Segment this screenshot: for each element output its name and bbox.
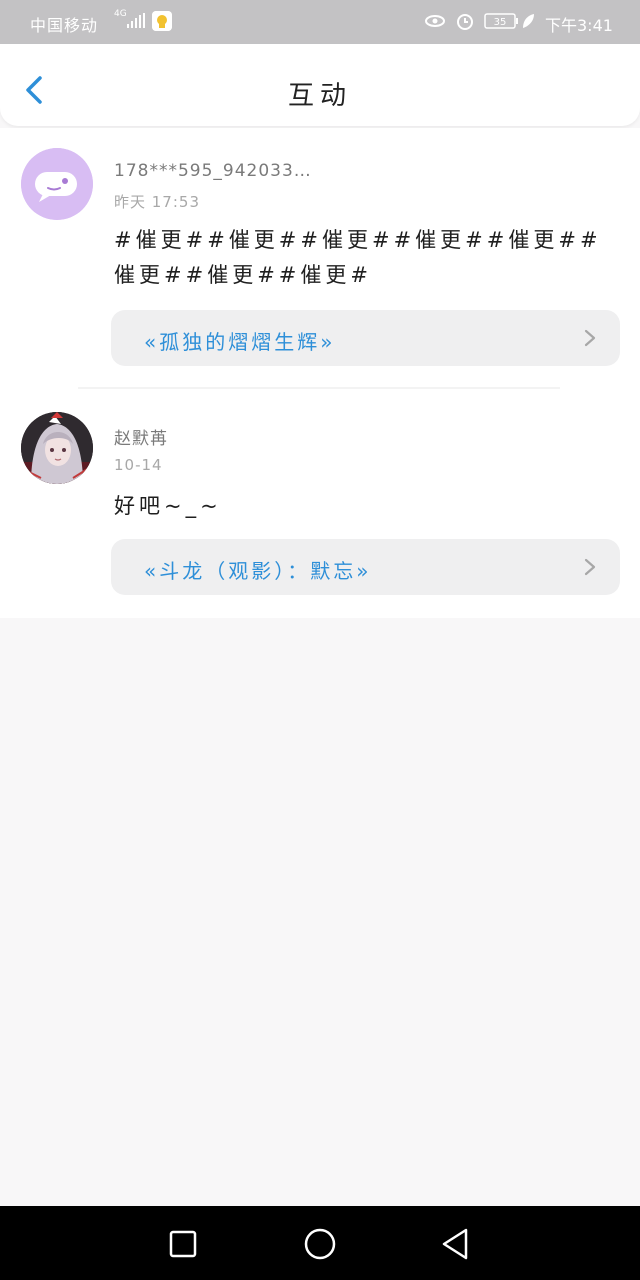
network-type-label: 4G [114, 9, 127, 19]
chevron-right-icon [584, 558, 596, 576]
alarm-icon [457, 14, 473, 30]
circle-icon [304, 1228, 336, 1260]
book-title: «孤独的熠熠生辉» [144, 330, 336, 354]
page-header: 互动 [0, 44, 640, 126]
app-notification-icon [152, 11, 172, 31]
comment-time: 10-14 [114, 456, 163, 474]
book-title: «斗龙（观影）：默忘» [144, 559, 372, 583]
comment-item: 178***595_942033… 昨天 17:53 #催更##催更##催更##… [0, 128, 640, 388]
chevron-right-icon [584, 329, 596, 347]
triangle-back-icon [442, 1228, 468, 1260]
comment-list: 178***595_942033… 昨天 17:53 #催更##催更##催更##… [0, 128, 640, 618]
user-name: 178***595_942033… [114, 161, 312, 181]
eye-icon [425, 15, 445, 27]
chat-bubble-icon [21, 148, 93, 220]
status-bar: 中国移动 4G 35 下午3:41 [0, 0, 640, 44]
nav-back-button[interactable] [436, 1224, 476, 1264]
battery-icon: 35 [484, 13, 518, 29]
book-link[interactable]: «斗龙（观影）：默忘» [111, 539, 620, 595]
anime-girl-avatar [21, 412, 93, 484]
recent-apps-button[interactable] [163, 1224, 203, 1264]
battery-level: 35 [494, 17, 507, 28]
carrier-label: 中国移动 [30, 16, 99, 35]
clock-label: 下午3:41 [545, 16, 613, 35]
status-icons: 35 [425, 13, 534, 30]
book-link[interactable]: «孤独的熠熠生辉» [111, 310, 620, 366]
page-title: 互动 [287, 81, 352, 111]
comment-item: 赵默苒 10-14 好吧~_~ «斗龙（观影）：默忘» [0, 390, 640, 618]
avatar[interactable] [21, 412, 93, 484]
home-button[interactable] [300, 1224, 340, 1264]
leaf-icon [523, 14, 534, 28]
avatar[interactable] [21, 148, 93, 220]
comment-text: 好吧~_~ [114, 494, 222, 518]
comment-time: 昨天 17:53 [114, 193, 200, 211]
signal-icon [127, 13, 145, 28]
comment-text: #催更##催更##催更##催更##催更##催更##催更##催更# [114, 228, 602, 287]
square-icon [169, 1230, 197, 1258]
divider [78, 387, 560, 389]
system-nav-bar [0, 1206, 640, 1280]
user-name: 赵默苒 [114, 429, 168, 449]
